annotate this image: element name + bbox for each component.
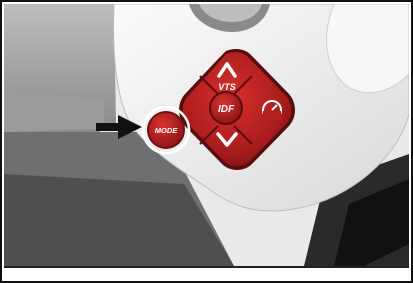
vts-label: VTS [218, 82, 236, 92]
idf-button[interactable]: IDF [209, 91, 243, 125]
handlebar-switch-illustration: VTS IDF MODE [4, 4, 409, 266]
caption-strip [4, 266, 409, 281]
illustration-frame: VTS IDF MODE [0, 0, 413, 283]
mode-label: MODE [155, 126, 178, 135]
mode-button[interactable]: MODE [141, 105, 191, 155]
idf-label: IDF [218, 104, 235, 115]
